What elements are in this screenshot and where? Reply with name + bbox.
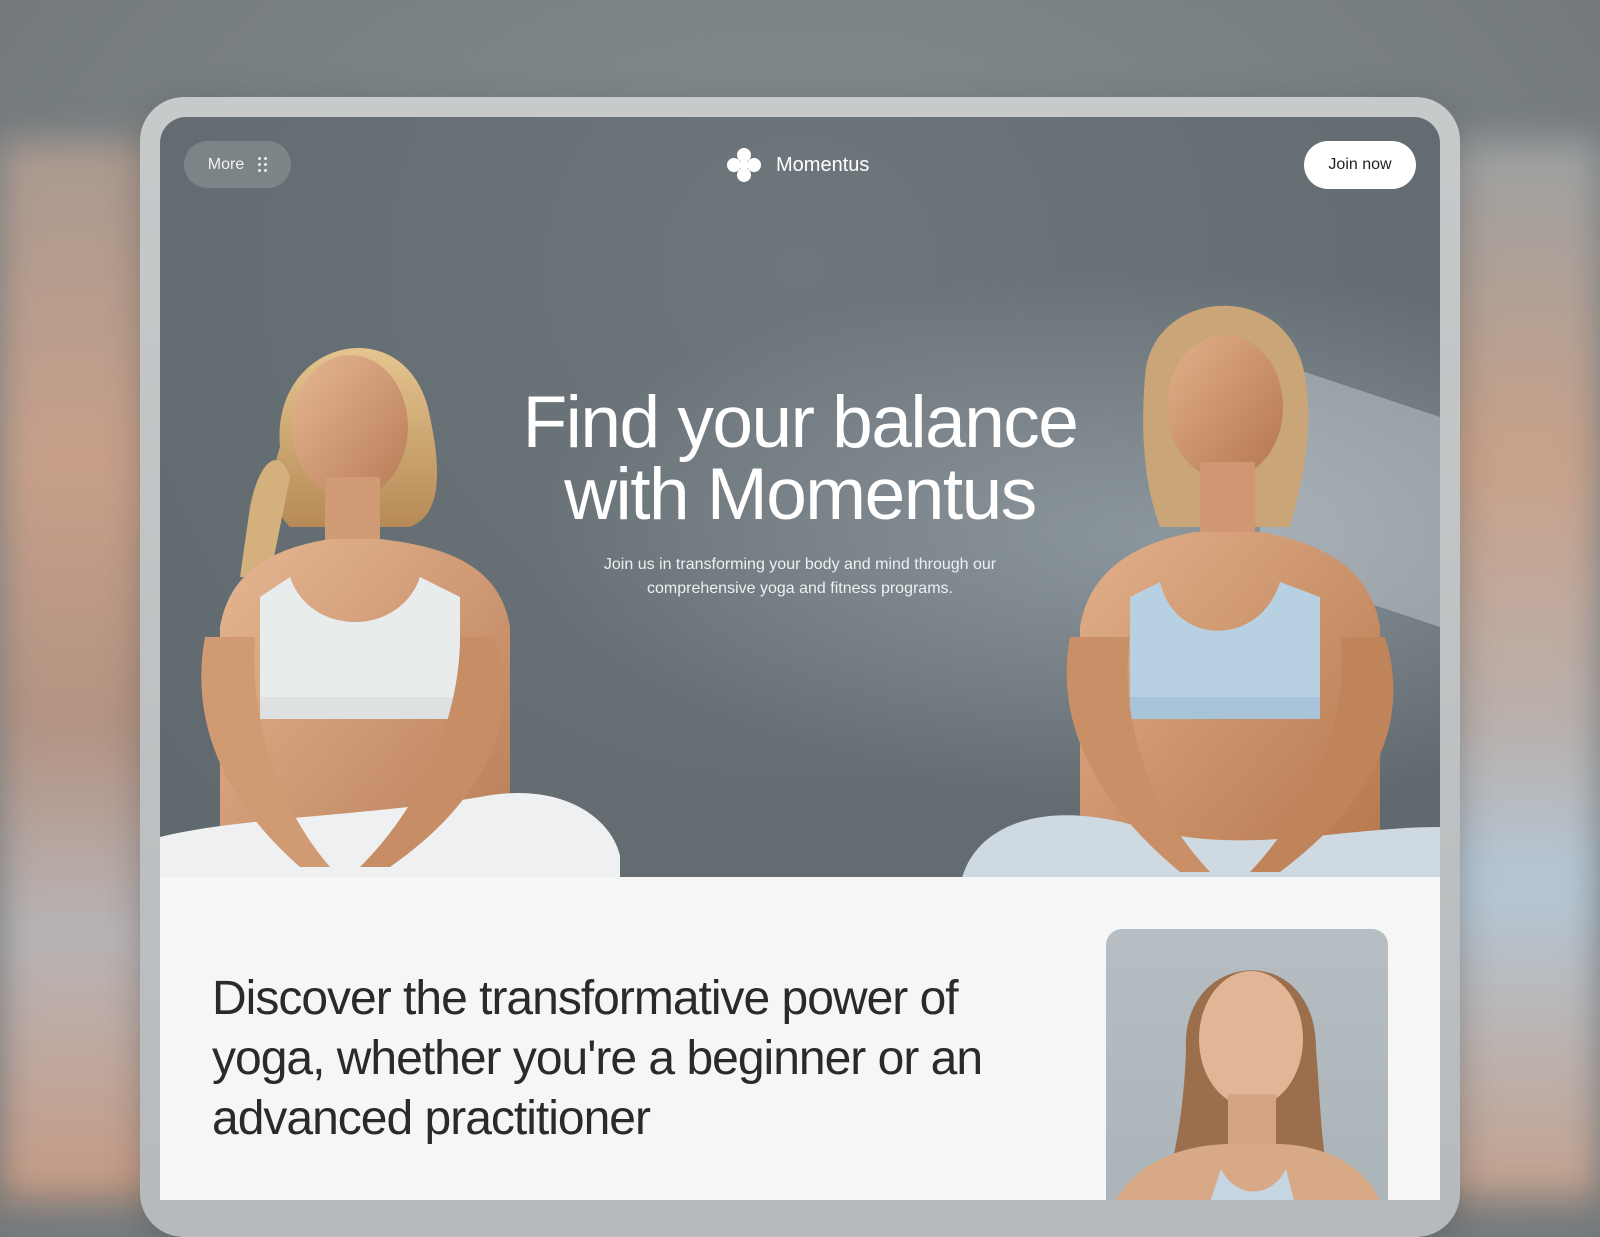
hero-title-line-1: Find your balance bbox=[522, 382, 1079, 463]
more-menu-button[interactable]: More bbox=[184, 141, 291, 188]
more-label: More bbox=[207, 155, 245, 173]
blurred-background-right bbox=[1440, 140, 1600, 1200]
hero-image-right-woman bbox=[960, 305, 1440, 877]
hero-title-line-2: with Momentus bbox=[564, 454, 1037, 535]
portrait-image-card bbox=[1106, 929, 1388, 1200]
blurred-background-left bbox=[0, 140, 160, 1200]
hero-image-left-woman bbox=[160, 347, 620, 877]
hero-subtitle-line-2: comprehensive yoga and fitness programs. bbox=[647, 580, 953, 597]
hero-title: Find your balance with Momentus bbox=[160, 386, 1440, 531]
portrait-woman-image bbox=[1116, 970, 1380, 1200]
flower-logo-icon bbox=[727, 148, 761, 182]
hero-section: More Momentus Join now Find your balance… bbox=[160, 117, 1440, 877]
about-heading-line-1: Discover the transformative power of bbox=[212, 972, 959, 1025]
about-heading-line-3: advanced practitioner bbox=[212, 1092, 651, 1145]
grid-dots-icon bbox=[258, 157, 268, 172]
website-screen: More Momentus Join now Find your balance… bbox=[160, 117, 1440, 1200]
brand-logo[interactable]: Momentus bbox=[726, 147, 869, 183]
join-now-button[interactable]: Join now bbox=[1304, 141, 1416, 189]
join-now-label: Join now bbox=[1328, 156, 1392, 173]
brand-name: Momentus bbox=[776, 153, 870, 176]
hero-subtitle-line-1: Join us in transforming your body and mi… bbox=[603, 556, 997, 573]
about-heading-line-2: yoga, whether you're a beginner or an bbox=[212, 1032, 983, 1085]
about-heading: Discover the transformative power of yog… bbox=[212, 969, 1032, 1149]
hero-subtitle: Join us in transforming your body and mi… bbox=[570, 553, 1030, 601]
